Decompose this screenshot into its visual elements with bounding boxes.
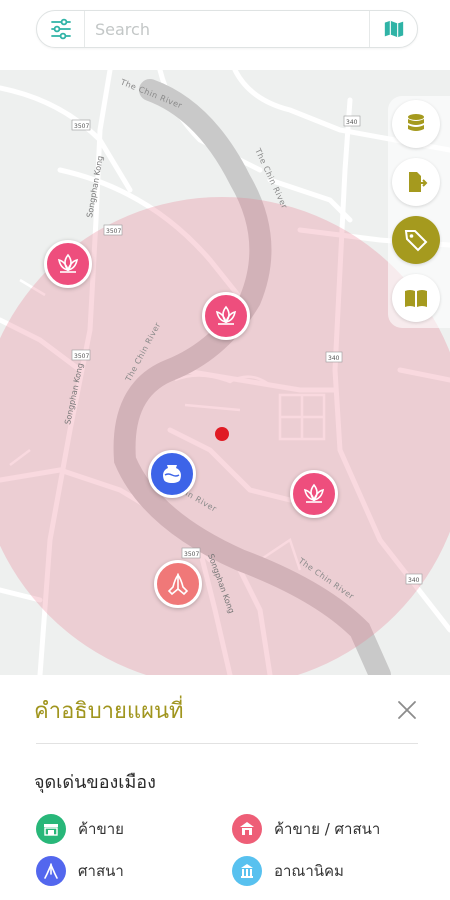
export-button[interactable] [392, 158, 440, 206]
route-badge: 3507 [74, 123, 89, 130]
shop-icon [36, 814, 66, 844]
legend-item-trade-religion: ค้าขาย / ศาสนา [232, 814, 380, 844]
legend-item-trade: ค้าขาย [36, 814, 124, 844]
database-icon [408, 114, 424, 131]
book-button[interactable] [392, 274, 440, 322]
praying-hands-icon [167, 573, 189, 596]
praying-hands-marker[interactable] [154, 560, 202, 608]
lotus-marker[interactable] [290, 470, 338, 518]
current-location-dot [215, 427, 229, 441]
filter-button[interactable] [37, 11, 85, 47]
map-view-button[interactable] [369, 11, 417, 47]
route-badge: 340 [346, 119, 358, 126]
legend-label: ศาสนา [78, 862, 124, 880]
legend-label: อาณานิคม [274, 862, 344, 880]
divider [36, 743, 418, 744]
legend-item-colonial: อาณานิคม [232, 856, 344, 886]
lotus-marker[interactable] [44, 240, 92, 288]
legend-label: ค้าขาย / ศาสนา [274, 820, 381, 838]
lotus-marker[interactable] [202, 292, 250, 340]
route-badge: 340 [328, 355, 340, 362]
route-badge: 3507 [74, 353, 89, 360]
lotus-icon [215, 305, 237, 325]
close-icon [398, 701, 416, 719]
tag-icon [404, 230, 428, 252]
map-view[interactable]: The Chin River The Chin River The Chin R… [0, 70, 450, 675]
lotus-icon [303, 483, 325, 503]
legend-item-religion: ศาสนา [36, 856, 124, 886]
vase-marker[interactable] [148, 450, 196, 498]
search-bar [36, 10, 418, 48]
top-bar [0, 0, 450, 70]
close-button[interactable] [392, 695, 422, 725]
road-label: Songphan Kong [85, 155, 105, 218]
map-tool-rail [388, 96, 450, 328]
sliders-icon [50, 18, 71, 40]
monk-icon [36, 856, 66, 886]
shop-temple-icon [232, 814, 262, 844]
map-base: The Chin River The Chin River The Chin R… [0, 70, 450, 675]
water-jar-icon [163, 465, 181, 483]
book-icon [405, 290, 427, 307]
folded-map-icon [384, 20, 403, 38]
route-badge: 340 [408, 577, 420, 584]
legend-title: คำอธิบายแผนที่ [34, 699, 184, 724]
route-badge: 3507 [184, 551, 199, 558]
tag-button[interactable] [392, 216, 440, 264]
colonial-icon [232, 856, 262, 886]
layers-button[interactable] [392, 100, 440, 148]
legend-label: ค้าขาย [78, 820, 124, 838]
export-file-icon [409, 172, 428, 192]
legend-panel: คำอธิบายแผนที่ จุดเด่นของเมือง ค้าขาย ค้… [0, 675, 450, 900]
route-badge: 3507 [106, 228, 121, 235]
search-input[interactable] [85, 11, 369, 47]
legend-subtitle: จุดเด่นของเมือง [34, 772, 156, 793]
lotus-icon [57, 253, 79, 273]
